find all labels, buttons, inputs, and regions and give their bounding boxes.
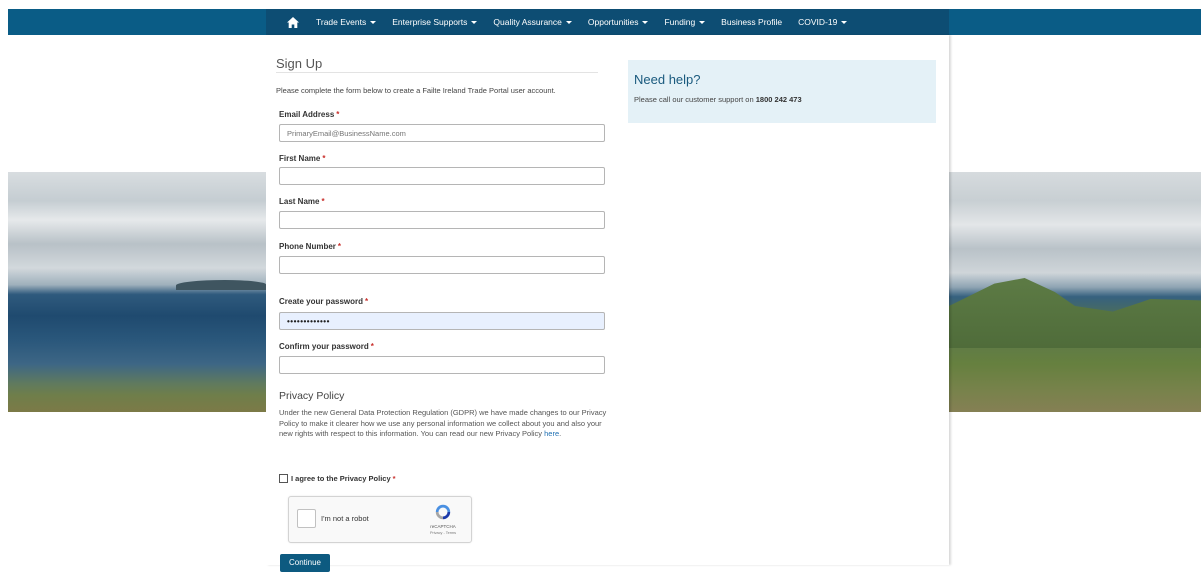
nav-item-opportunities[interactable]: Opportunities — [588, 17, 649, 27]
phone-label: Phone Number * — [279, 242, 341, 251]
caret-down-icon — [471, 20, 478, 24]
recaptcha-label: I'm not a robot — [321, 514, 369, 523]
form-intro: Please complete the form below to create… — [276, 86, 556, 95]
phone-input[interactable] — [279, 256, 605, 274]
nav-item-enterprise-supports[interactable]: Enterprise Supports — [392, 17, 478, 27]
privacy-policy-title: Privacy Policy — [279, 390, 345, 402]
nav-item-label: COVID-19 — [798, 17, 838, 27]
help-text: Please call our customer support on 1800… — [634, 95, 802, 104]
first-name-label-text: First Name — [279, 154, 321, 163]
nav-item-label: Enterprise Supports — [392, 17, 468, 27]
first-name-label: First Name * — [279, 154, 325, 163]
recaptcha-widget: I'm not a robot reCAPTCHA Privacy - Term… — [288, 496, 472, 543]
nav-item-label: Quality Assurance — [493, 17, 562, 27]
background-island — [176, 280, 266, 290]
confirm-password-input[interactable] — [279, 356, 605, 374]
password-label: Create your password * — [279, 297, 368, 306]
background-landscape-left — [8, 172, 266, 412]
required-marker: * — [322, 154, 326, 163]
last-name-label: Last Name * — [279, 197, 325, 206]
last-name-label-text: Last Name — [279, 197, 320, 206]
nav-item-funding[interactable]: Funding — [664, 17, 706, 27]
help-box: Need help? Please call our customer supp… — [628, 60, 936, 123]
last-name-input[interactable] — [279, 211, 605, 229]
confirm-password-label: Confirm your password * — [279, 342, 374, 351]
page-title: Sign Up — [276, 56, 323, 71]
home-icon[interactable] — [284, 13, 302, 31]
nav-item-trade-events[interactable]: Trade Events — [316, 17, 377, 27]
recaptcha-privacy-terms[interactable]: Privacy - Terms — [425, 531, 461, 535]
nav-item-quality-assurance[interactable]: Quality Assurance — [493, 17, 572, 27]
nav-item-label: Funding — [664, 17, 696, 27]
nav-item-business-profile[interactable]: Business Profile — [721, 17, 782, 27]
required-marker: * — [321, 197, 325, 206]
confirm-password-label-text: Confirm your password — [279, 342, 369, 351]
nav-item-label: Business Profile — [721, 17, 783, 27]
password-input[interactable]: ••••••••••••• — [279, 312, 605, 330]
privacy-agree-label: I agree to the Privacy Policy — [291, 474, 391, 483]
required-marker: * — [365, 297, 369, 306]
privacy-policy-text: Under the new General Data Protection Re… — [279, 408, 607, 438]
main-nav: Trade Events Enterprise Supports Quality… — [266, 9, 949, 35]
caret-down-icon — [699, 20, 706, 24]
nav-item-label: Trade Events — [316, 17, 367, 27]
privacy-policy-link[interactable]: here — [544, 429, 559, 438]
email-label: Email Address * — [279, 110, 339, 119]
help-text-body: Please call our customer support on — [634, 95, 754, 104]
required-marker: * — [336, 110, 340, 119]
help-title: Need help? — [634, 72, 701, 87]
email-label-text: Email Address — [279, 110, 335, 119]
caret-down-icon — [565, 20, 572, 24]
title-divider — [276, 72, 598, 73]
password-label-text: Create your password — [279, 297, 364, 306]
phone-label-text: Phone Number — [279, 242, 336, 251]
nav-item-covid-19[interactable]: COVID-19 — [798, 17, 848, 27]
nav-item-label: Opportunities — [587, 17, 639, 27]
recaptcha-checkbox[interactable] — [297, 509, 316, 528]
continue-button[interactable]: Continue — [280, 554, 330, 572]
recaptcha-brand: reCAPTCHA — [430, 524, 456, 529]
privacy-agree-row: I agree to the Privacy Policy * — [279, 474, 396, 483]
caret-down-icon — [642, 20, 649, 24]
caret-down-icon — [370, 20, 377, 24]
privacy-agree-checkbox[interactable] — [279, 474, 288, 483]
caret-down-icon — [841, 20, 848, 24]
support-phone: 1800 242 473 — [755, 95, 802, 104]
email-input[interactable] — [279, 124, 605, 142]
recaptcha-logo-icon — [435, 504, 451, 520]
required-marker: * — [337, 242, 342, 251]
required-marker: * — [392, 474, 396, 483]
required-marker: * — [370, 342, 374, 351]
first-name-input[interactable] — [279, 167, 605, 185]
